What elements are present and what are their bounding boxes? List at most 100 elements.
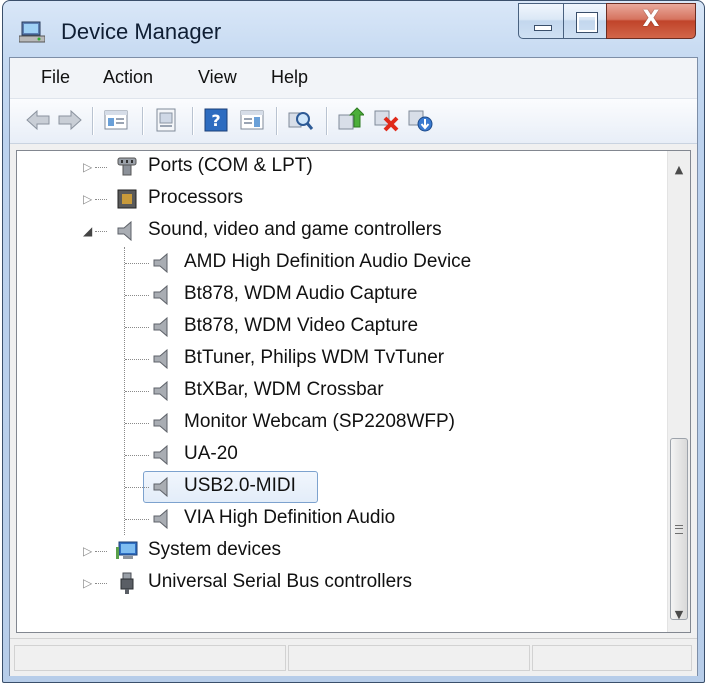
- toolbar-separator: [92, 107, 94, 135]
- disable-icon[interactable]: [406, 107, 434, 133]
- client-area: File Action View Help ? ▷ Ports (COM & L…: [9, 57, 698, 676]
- device-tree[interactable]: ▷ Ports (COM & LPT) ▷ Processors ◢ Sound…: [16, 150, 691, 633]
- maximize-button[interactable]: [563, 3, 607, 39]
- menu-action[interactable]: Action: [100, 67, 156, 88]
- title-bar[interactable]: Device Manager X: [3, 1, 704, 59]
- tree-item-label: UA-20: [184, 443, 238, 464]
- expand-arrow-icon[interactable]: ▷: [83, 544, 95, 558]
- tree-label-sound: Sound, video and game controllers: [148, 219, 442, 240]
- speaker-icon: [153, 348, 168, 370]
- usb-plug-icon: [120, 572, 134, 594]
- tree-item-bttuner[interactable]: BtTuner, Philips WDM TvTuner: [17, 343, 690, 375]
- computer-icon: [116, 541, 138, 559]
- device-manager-window: Device Manager X File Action View Help ?…: [2, 0, 705, 683]
- uninstall-icon[interactable]: [372, 107, 400, 133]
- tree-item-label: AMD High Definition Audio Device: [184, 251, 472, 272]
- tree-item-label: BtXBar, WDM Crossbar: [184, 379, 384, 400]
- status-pane: [532, 645, 692, 671]
- expand-arrow-icon[interactable]: ▷: [83, 160, 95, 174]
- speaker-icon: [153, 412, 168, 434]
- toolbar: ?: [10, 98, 697, 144]
- status-pane: [288, 645, 530, 671]
- tree-node-sound[interactable]: ◢ Sound, video and game controllers: [17, 215, 690, 247]
- tree-connector: [125, 455, 149, 456]
- status-bar: [10, 638, 697, 676]
- forward-icon[interactable]: [56, 107, 84, 133]
- tree-connector: [95, 551, 107, 552]
- scroll-thumb[interactable]: [670, 438, 688, 620]
- speaker-icon: [153, 284, 168, 306]
- tree-connector: [125, 263, 149, 264]
- expand-arrow-icon[interactable]: ▷: [83, 192, 95, 206]
- toolbar-separator: [142, 107, 144, 135]
- toolbar-separator: [326, 107, 328, 135]
- tree-node-processors[interactable]: ▷ Processors: [17, 183, 690, 215]
- tree-label-processors: Processors: [148, 187, 244, 208]
- tree-connector: [125, 519, 149, 520]
- tree-item-usb-midi-selected[interactable]: USB2.0-MIDI: [17, 471, 690, 503]
- tree-item-ua20[interactable]: UA-20: [17, 439, 690, 471]
- tree-item-label: Bt878, WDM Video Capture: [184, 315, 419, 336]
- update-driver-icon[interactable]: [336, 107, 364, 133]
- tree-connector: [125, 295, 149, 296]
- tree-node-ports[interactable]: ▷ Ports (COM & LPT): [17, 151, 690, 183]
- properties-icon[interactable]: [152, 107, 180, 133]
- back-icon[interactable]: [24, 107, 52, 133]
- tree-label-usb: Universal Serial Bus controllers: [148, 571, 412, 592]
- maximize-icon: [576, 12, 598, 33]
- tree-connector: [125, 487, 149, 488]
- speaker-icon: [153, 316, 168, 338]
- scroll-down-icon[interactable]: ▼: [668, 604, 690, 626]
- minimize-button[interactable]: [518, 3, 564, 39]
- vertical-scrollbar[interactable]: ▲ ▼: [667, 151, 690, 632]
- tree-connector: [125, 359, 149, 360]
- tree-node-usb[interactable]: ▷ Universal Serial Bus controllers: [17, 567, 690, 599]
- tree-connector: [125, 391, 149, 392]
- toolbar-separator: [276, 107, 278, 135]
- menu-file[interactable]: File: [38, 67, 73, 88]
- action-pane-icon[interactable]: [238, 107, 266, 133]
- tree-item-amd-audio[interactable]: AMD High Definition Audio Device: [17, 247, 690, 279]
- tree-item-btxbar[interactable]: BtXBar, WDM Crossbar: [17, 375, 690, 407]
- tree-item-via-audio[interactable]: VIA High Definition Audio: [17, 503, 690, 535]
- speaker-icon: [117, 220, 132, 242]
- port-icon: [117, 157, 137, 176]
- window-title: Device Manager: [61, 19, 222, 44]
- help-icon[interactable]: ?: [202, 107, 230, 133]
- device-manager-app-icon: [19, 21, 45, 43]
- close-button[interactable]: X: [606, 3, 696, 39]
- speaker-icon: [153, 508, 168, 530]
- menu-help[interactable]: Help: [268, 67, 311, 88]
- processor-icon: [117, 189, 137, 209]
- toolbar-separator: [192, 107, 194, 135]
- menu-view[interactable]: View: [195, 67, 240, 88]
- speaker-icon: [153, 380, 168, 402]
- tree-item-bt878-video[interactable]: Bt878, WDM Video Capture: [17, 311, 690, 343]
- speaker-icon: [153, 444, 168, 466]
- scroll-up-icon[interactable]: ▲: [668, 159, 690, 181]
- tree-item-label: Monitor Webcam (SP2208WFP): [184, 411, 456, 432]
- scan-hardware-icon[interactable]: [286, 107, 314, 133]
- show-hide-console-tree-icon[interactable]: [102, 107, 130, 133]
- speaker-icon: [153, 476, 168, 498]
- tree-item-label: Bt878, WDM Audio Capture: [184, 283, 418, 304]
- collapse-arrow-icon[interactable]: ◢: [83, 224, 95, 238]
- tree-connector: [95, 167, 107, 168]
- close-icon: X: [642, 7, 660, 32]
- tree-item-label: BtTuner, Philips WDM TvTuner: [184, 347, 445, 368]
- tree-connector: [95, 199, 107, 200]
- svg-text:?: ?: [211, 111, 220, 130]
- tree-label-system: System devices: [148, 539, 282, 560]
- speaker-icon: [153, 252, 168, 274]
- minimize-icon: [534, 25, 552, 31]
- tree-connector: [125, 423, 149, 424]
- tree-label-ports: Ports (COM & LPT): [148, 155, 313, 176]
- tree-item-bt878-audio[interactable]: Bt878, WDM Audio Capture: [17, 279, 690, 311]
- grip-icon: [675, 525, 683, 534]
- tree-node-system[interactable]: ▷ System devices: [17, 535, 690, 567]
- tree-connector: [125, 327, 149, 328]
- expand-arrow-icon[interactable]: ▷: [83, 576, 95, 590]
- tree-item-label: VIA High Definition Audio: [184, 507, 396, 528]
- status-pane: [14, 645, 286, 671]
- tree-item-monitor-webcam[interactable]: Monitor Webcam (SP2208WFP): [17, 407, 690, 439]
